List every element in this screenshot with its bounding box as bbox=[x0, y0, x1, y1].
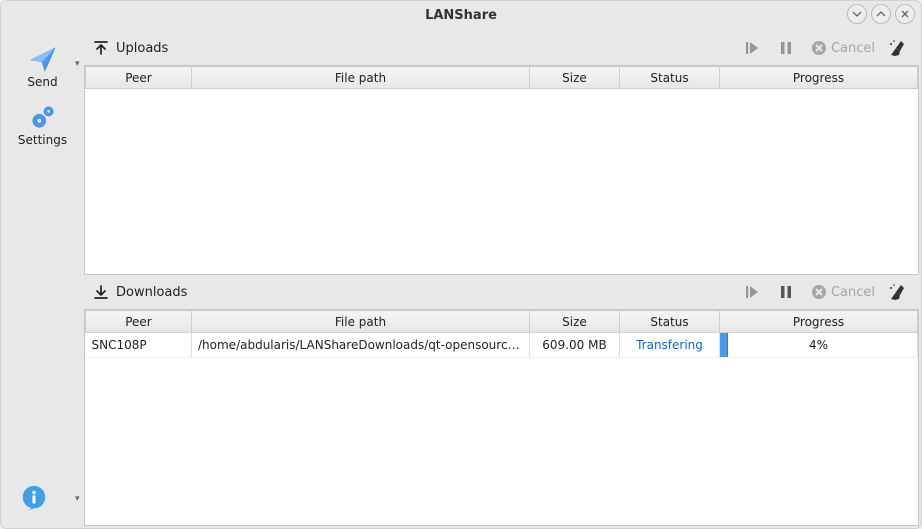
col-peer[interactable]: Peer bbox=[86, 311, 192, 333]
info-icon bbox=[19, 484, 49, 518]
window-buttons bbox=[847, 4, 915, 24]
dropdown-indicator-icon: ▾ bbox=[75, 59, 80, 69]
col-size[interactable]: Size bbox=[530, 311, 620, 333]
col-file[interactable]: File path bbox=[192, 67, 530, 89]
chevron-up-icon bbox=[876, 9, 886, 19]
broom-icon bbox=[887, 282, 907, 302]
uploads-header: Uploads Cancel bbox=[84, 31, 919, 65]
broom-icon bbox=[887, 38, 907, 58]
close-icon bbox=[900, 9, 910, 19]
play-icon bbox=[743, 283, 761, 301]
cell-size: 609.00 MB bbox=[530, 333, 620, 358]
download-icon bbox=[92, 283, 110, 301]
minimize-button[interactable] bbox=[847, 4, 867, 24]
table-header-row: Peer File path Size Status Progress bbox=[86, 67, 918, 89]
sidebar-item-label: Send bbox=[27, 75, 57, 89]
sidebar-item-settings[interactable]: Settings bbox=[13, 97, 73, 155]
col-size[interactable]: Size bbox=[530, 67, 620, 89]
col-progress[interactable]: Progress bbox=[720, 67, 918, 89]
uploads-table: Peer File path Size Status Progress bbox=[84, 65, 919, 275]
uploads-clear-button[interactable] bbox=[883, 35, 911, 61]
uploads-pause-button[interactable] bbox=[769, 35, 803, 61]
cancel-label: Cancel bbox=[831, 41, 875, 56]
app-window: LANShare Send ▾ bbox=[0, 0, 922, 529]
dropdown-indicator-icon: ▾ bbox=[75, 494, 80, 504]
gear-icon bbox=[27, 101, 59, 133]
downloads-clear-button[interactable] bbox=[883, 279, 911, 305]
sidebar-item-info[interactable]: ▾ bbox=[13, 480, 73, 528]
uploads-title: Uploads bbox=[116, 41, 168, 56]
downloads-resume-button[interactable] bbox=[735, 279, 769, 305]
downloads-header: Downloads Cancel bbox=[84, 275, 919, 309]
col-status[interactable]: Status bbox=[620, 311, 720, 333]
table-row[interactable]: SNC108P /home/abdularis/LANShareDownload… bbox=[86, 333, 918, 358]
downloads-pause-button[interactable] bbox=[769, 279, 803, 305]
downloads-cancel-button[interactable]: Cancel bbox=[811, 284, 875, 300]
send-icon bbox=[27, 43, 59, 75]
pause-icon bbox=[778, 284, 794, 300]
uploads-panel: Uploads Cancel bbox=[84, 31, 919, 275]
window-title: LANShare bbox=[425, 8, 497, 23]
cancel-icon bbox=[811, 40, 827, 56]
downloads-table: Peer File path Size Status Progress SNC1… bbox=[84, 309, 919, 526]
cell-file: /home/abdularis/LANShareDownloads/qt-ope… bbox=[192, 333, 530, 358]
cell-progress: 4% bbox=[720, 333, 918, 358]
maximize-button[interactable] bbox=[871, 4, 891, 24]
table-header-row: Peer File path Size Status Progress bbox=[86, 311, 918, 333]
cancel-label: Cancel bbox=[831, 285, 875, 300]
sidebar-item-send[interactable]: Send ▾ bbox=[13, 39, 73, 97]
cell-status: Transfering bbox=[620, 333, 720, 358]
chevron-down-icon bbox=[852, 9, 862, 19]
progress-text: 4% bbox=[720, 333, 917, 357]
sidebar: Send ▾ Settings bbox=[1, 29, 84, 528]
pause-icon bbox=[778, 40, 794, 56]
play-icon bbox=[743, 39, 761, 57]
upload-icon bbox=[92, 39, 110, 57]
col-progress[interactable]: Progress bbox=[720, 311, 918, 333]
uploads-cancel-button[interactable]: Cancel bbox=[811, 40, 875, 56]
downloads-title: Downloads bbox=[116, 285, 187, 300]
close-button[interactable] bbox=[895, 4, 915, 24]
sidebar-item-label: Settings bbox=[18, 133, 67, 147]
content: Uploads Cancel bbox=[84, 29, 921, 528]
col-file[interactable]: File path bbox=[192, 311, 530, 333]
col-peer[interactable]: Peer bbox=[86, 67, 192, 89]
body: Send ▾ Settings bbox=[1, 29, 921, 528]
uploads-resume-button[interactable] bbox=[735, 35, 769, 61]
cell-peer: SNC108P bbox=[86, 333, 192, 358]
cancel-icon bbox=[811, 284, 827, 300]
downloads-panel: Downloads Cancel bbox=[84, 275, 919, 526]
titlebar: LANShare bbox=[1, 1, 921, 29]
col-status[interactable]: Status bbox=[620, 67, 720, 89]
